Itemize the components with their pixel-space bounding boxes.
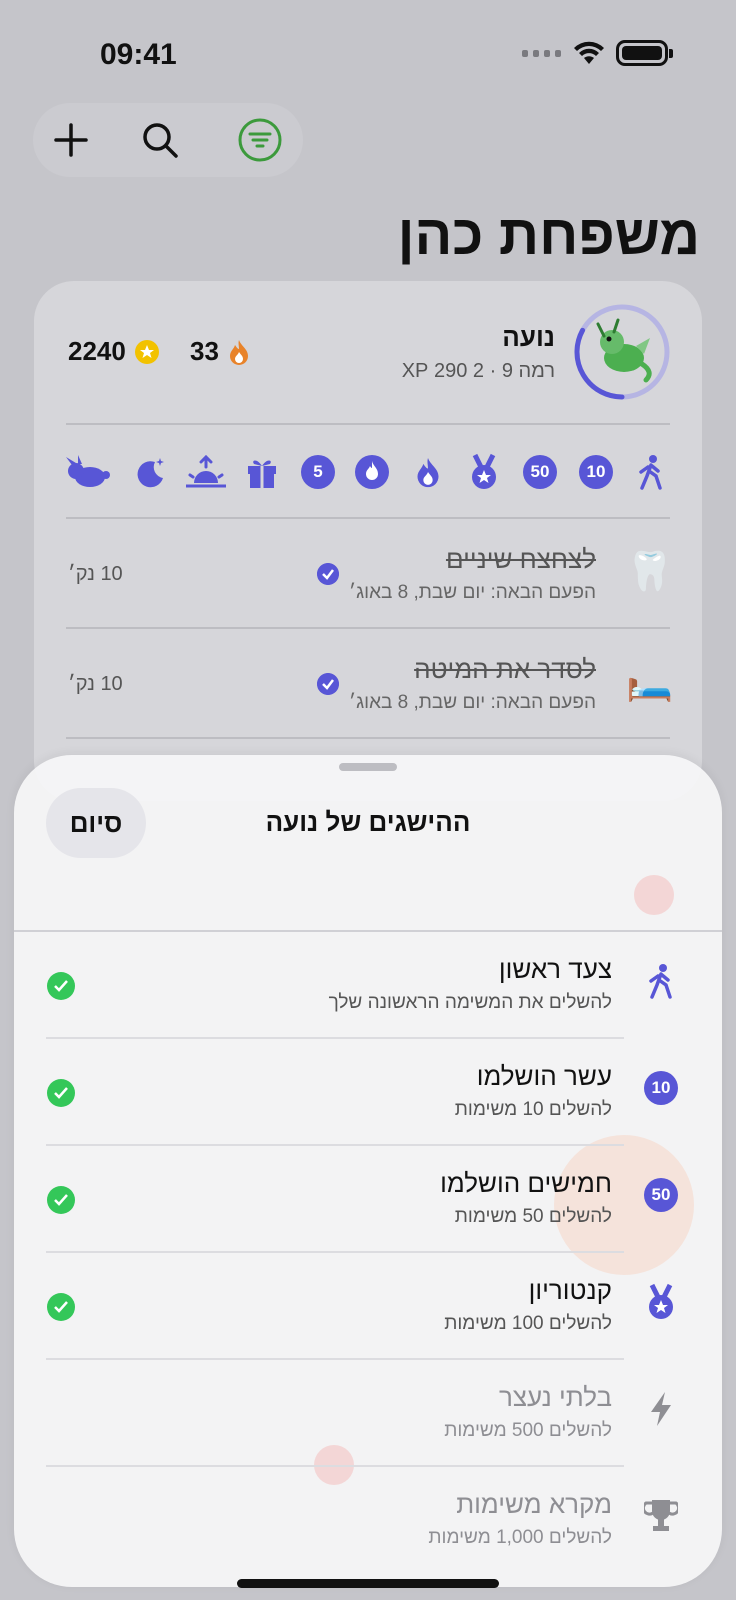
top-toolbar [33, 103, 303, 177]
check-icon [47, 1293, 75, 1321]
status-bar: 09:41 [0, 0, 736, 100]
card-divider [66, 423, 670, 425]
sheet-title: ההישגים של נועה [265, 807, 471, 837]
checkmark-icon [317, 673, 339, 695]
badge-10: 10 [576, 452, 616, 492]
filter-icon [238, 118, 282, 162]
wifi-icon [574, 41, 604, 64]
sheet-grabber[interactable] [339, 763, 397, 771]
check-icon [47, 972, 75, 1000]
achievement-title: בלתי נעצר [498, 1382, 612, 1412]
badge-medal [464, 452, 504, 492]
walk-icon [642, 962, 680, 1000]
background-blur [634, 875, 674, 915]
task-next: הפעם הבאה: יום שבת, 8 באוג׳ [348, 692, 596, 713]
task-divider [66, 737, 670, 739]
badge-walk [631, 452, 671, 492]
check-icon [47, 1186, 75, 1214]
achievement-row[interactable]: בלתי נעצר להשלים 500 משימות [14, 1360, 722, 1467]
task-next: הפעם הבאה: יום שבת, 8 באוג׳ [348, 582, 596, 603]
search-icon [143, 123, 178, 158]
rabbit-icon [66, 455, 110, 487]
achievement-row[interactable]: קנטוריון להשלים 100 משימות [14, 1253, 722, 1360]
medal-icon [472, 453, 496, 489]
sunrise-icon [186, 455, 226, 488]
filter-button[interactable] [236, 116, 284, 164]
checkmark-icon [317, 563, 339, 585]
home-indicator [237, 1579, 499, 1588]
achievement-row[interactable]: מקרא משימות להשלים 1,000 משימות [14, 1467, 722, 1574]
badge-flame [408, 452, 448, 492]
trophy-icon [642, 1497, 680, 1535]
coins-value: 2240 [68, 336, 126, 366]
medal-icon [642, 1283, 680, 1321]
achievement-subtitle: להשלים 10 משימות [454, 1099, 612, 1120]
flame-icon [229, 339, 248, 365]
achievement-subtitle: להשלים 50 משימות [454, 1206, 612, 1227]
achievement-10-icon: 10 [642, 1069, 680, 1107]
coin-icon [134, 339, 159, 364]
search-button[interactable] [137, 117, 183, 163]
task-title: לצחצח שיניים [445, 544, 596, 574]
achievement-subtitle: להשלים את המשימה הראשונה שלך [328, 992, 612, 1013]
status-time: 09:41 [100, 38, 177, 71]
achievement-row[interactable]: צעד ראשון להשלים את המשימה הראשונה שלך [14, 932, 722, 1039]
streak-value: 33 [190, 336, 219, 366]
task-divider [66, 627, 670, 629]
achievement-title: צעד ראשון [498, 954, 612, 984]
done-button[interactable]: סיום [46, 788, 146, 858]
flame-icon [417, 458, 439, 488]
flame-circle-icon [355, 455, 389, 489]
badge-5: 5 [298, 452, 338, 492]
battery-icon [616, 40, 673, 66]
child-name: נועה [502, 322, 555, 352]
badge-flame-circle [352, 452, 392, 492]
achievement-subtitle: להשלים 100 משימות [444, 1313, 612, 1334]
check-icon [47, 1079, 75, 1107]
achievements-sheet: סיום ההישגים של נועה צעד ראשון להשלים את… [14, 755, 722, 1587]
card-divider [66, 517, 670, 519]
badge-moon [131, 452, 171, 492]
badge-gift [242, 452, 282, 492]
achievement-subtitle: להשלים 500 משימות [444, 1420, 612, 1441]
dragon-icon [596, 318, 652, 383]
badge-rabbit [64, 452, 112, 492]
bed-icon: 🛏️ [626, 661, 674, 703]
achievement-title: מקרא משימות [456, 1489, 612, 1519]
avatar[interactable] [572, 302, 672, 402]
moon-icon [137, 458, 164, 488]
streak-stat: 33 [190, 336, 251, 367]
cellular-signal-icon [522, 50, 561, 57]
plus-icon [54, 123, 88, 157]
add-button[interactable] [48, 117, 94, 163]
achievement-title: עשר הושלמו [476, 1061, 612, 1091]
task-points: 10 נק׳ [68, 673, 123, 695]
achievement-title: קנטוריון [528, 1275, 612, 1305]
achievement-subtitle: להשלים 1,000 משימות [428, 1527, 612, 1548]
badges-row[interactable]: 10 50 5 [64, 452, 672, 494]
achievement-50-icon: 50 [642, 1176, 680, 1214]
task-points: 10 נק׳ [68, 563, 123, 585]
tooth-icon: 🦷 [626, 551, 674, 593]
bolt-icon [642, 1390, 680, 1428]
gift-icon [248, 460, 276, 488]
badge-50: 50 [520, 452, 560, 492]
achievement-row[interactable]: 50 חמישים הושלמו להשלים 50 משימות [14, 1146, 722, 1253]
walk-icon [639, 455, 662, 490]
achievement-row[interactable]: 10 עשר הושלמו להשלים 10 משימות [14, 1039, 722, 1146]
page-title: משפחת כהן [397, 203, 700, 266]
badge-sunrise [184, 452, 228, 492]
task-title: לסדר את המיטה [414, 654, 596, 684]
coins-stat: 2240 [68, 336, 160, 367]
child-level: רמה 9 · 2 290 XP [401, 360, 555, 382]
achievement-title: חמישים הושלמו [440, 1168, 612, 1198]
